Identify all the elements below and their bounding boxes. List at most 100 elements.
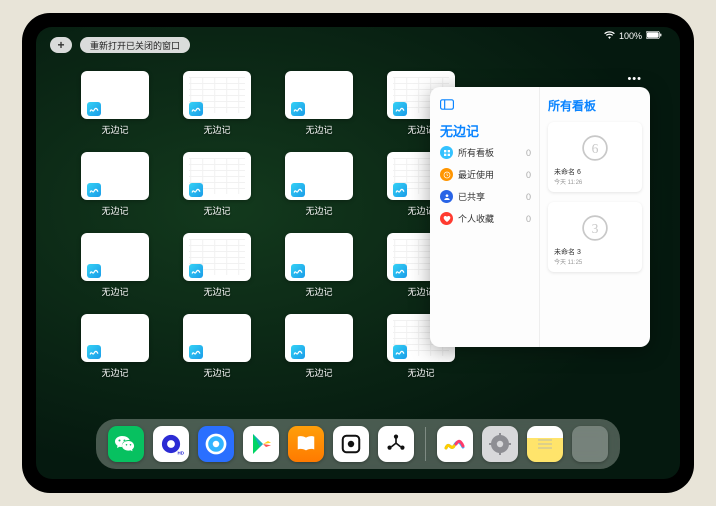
freeform-app-icon [87, 264, 101, 278]
board-timestamp: 今天 11:25 [554, 257, 636, 266]
app-window-thumbnail[interactable]: 无边记 [178, 152, 256, 217]
battery-percent: 100% [619, 31, 642, 41]
freeform-app-icon [291, 102, 305, 116]
window-preview [285, 233, 353, 281]
sidebar-item-label: 个人收藏 [458, 212, 494, 225]
app-label: 无边记 [101, 123, 128, 136]
window-preview [285, 152, 353, 200]
dock: HD [96, 419, 620, 469]
grid-icon [440, 146, 453, 159]
sidebar-item-label: 已共享 [458, 190, 485, 203]
freeform-app-icon [291, 264, 305, 278]
reopen-closed-window-pill[interactable]: 重新打开已关闭的窗口 [80, 37, 190, 53]
window-preview [81, 233, 149, 281]
dock-app-screens[interactable] [333, 426, 369, 462]
board-name: 未命名 6 [554, 167, 636, 177]
app-window-thumbnail[interactable]: 无边记 [76, 152, 154, 217]
freeform-app-icon [189, 345, 203, 359]
freeform-app-icon [87, 183, 101, 197]
freeform-app-icon [189, 183, 203, 197]
dock-separator [425, 427, 426, 461]
top-controls: + 重新打开已关闭的窗口 [50, 37, 190, 53]
freeform-app-icon [291, 345, 305, 359]
sidebar-item[interactable]: 已共享 0 [440, 190, 531, 203]
app-label: 无边记 [101, 285, 128, 298]
svg-text:6: 6 [592, 141, 599, 156]
window-preview [81, 152, 149, 200]
board-card[interactable]: 3 未命名 3今天 11:25 [548, 202, 642, 272]
board-thumbnail: 6 [554, 128, 636, 167]
app-window-thumbnail[interactable]: 无边记 [76, 71, 154, 136]
app-window-thumbnail[interactable]: 无边记 [280, 233, 358, 298]
dock-app-folder[interactable] [572, 426, 608, 462]
dock-app-wechat[interactable] [108, 426, 144, 462]
boards-heading: 所有看板 [548, 97, 642, 114]
app-label: 无边记 [101, 204, 128, 217]
freeform-app-icon [393, 102, 407, 116]
app-window-thumbnail[interactable]: 无边记 [280, 71, 358, 136]
clock-icon [440, 168, 453, 181]
sidebar-item-count: 0 [526, 148, 531, 158]
freeform-app-icon [393, 345, 407, 359]
app-label: 无边记 [305, 204, 332, 217]
window-preview [183, 71, 251, 119]
window-preview [81, 314, 149, 362]
status-bar: 100% [604, 31, 662, 41]
board-card[interactable]: 6未命名 6今天 11:26 [548, 122, 642, 192]
window-preview [285, 71, 353, 119]
dock-app-play[interactable] [243, 426, 279, 462]
sidebar-item[interactable]: 最近使用 0 [440, 168, 531, 181]
app-window-thumbnail[interactable]: 无边记 [280, 152, 358, 217]
app-label: 无边记 [203, 285, 230, 298]
dock-app-notes[interactable] [527, 426, 563, 462]
panel-title: 无边记 [440, 121, 531, 140]
sidebar-item[interactable]: 个人收藏 0 [440, 212, 531, 225]
freeform-app-icon [189, 264, 203, 278]
sidebar-toggle-icon[interactable] [440, 97, 454, 115]
wifi-icon [604, 31, 615, 41]
dock-app-settings[interactable] [482, 426, 518, 462]
app-label: 无边记 [203, 123, 230, 136]
heart-icon [440, 212, 453, 225]
app-label: 无边记 [101, 366, 128, 379]
app-window-thumbnail[interactable]: 无边记 [178, 314, 256, 379]
app-label: 无边记 [203, 204, 230, 217]
dock-app-qqbrowser[interactable] [198, 426, 234, 462]
svg-text:3: 3 [592, 221, 599, 236]
app-label: 无边记 [305, 123, 332, 136]
stage-manager-app-grid: 无边记无边记无边记无边记无边记无边记无边记无边记无边记无边记无边记无边记无边记无… [76, 71, 456, 379]
app-window-thumbnail[interactable]: 无边记 [76, 314, 154, 379]
ipad-bezel: 100% + 重新打开已关闭的窗口 无边记无边记无边记无边记无边记无边记无边记无… [22, 13, 694, 493]
freeform-app-icon [291, 183, 305, 197]
battery-icon [646, 31, 662, 41]
dock-app-quark[interactable]: HD [153, 426, 189, 462]
app-window-thumbnail[interactable]: 无边记 [280, 314, 358, 379]
freeform-panel[interactable]: ••• 无边记 所有看板0最近使用0已共享0个人收藏0 所有看板 6未命名 6今… [430, 87, 650, 347]
dock-app-hub[interactable] [378, 426, 414, 462]
window-preview [81, 71, 149, 119]
screen: 100% + 重新打开已关闭的窗口 无边记无边记无边记无边记无边记无边记无边记无… [36, 27, 680, 479]
app-window-thumbnail[interactable]: 无边记 [76, 233, 154, 298]
panel-sidebar: 无边记 所有看板0 最近使用 0 已共享 0 个人收藏 0 [430, 87, 540, 347]
sidebar-item-count: 0 [526, 192, 531, 202]
app-label: 无边记 [407, 366, 434, 379]
sidebar-item-count: 0 [526, 170, 531, 180]
sidebar-item[interactable]: 所有看板0 [440, 146, 531, 159]
people-icon [440, 190, 453, 203]
window-preview [183, 314, 251, 362]
panel-more-icon[interactable]: ••• [627, 73, 642, 85]
panel-boards: 所有看板 6未命名 6今天 11:263未命名 3今天 11:25 [540, 87, 650, 347]
app-label: 无边记 [305, 366, 332, 379]
dock-app-books[interactable] [288, 426, 324, 462]
svg-text:HD: HD [178, 450, 185, 455]
freeform-app-icon [393, 264, 407, 278]
dock-app-freeform[interactable] [437, 426, 473, 462]
freeform-app-icon [87, 102, 101, 116]
app-window-thumbnail[interactable]: 无边记 [178, 71, 256, 136]
app-window-thumbnail[interactable]: 无边记 [178, 233, 256, 298]
board-name: 未命名 3 [554, 247, 636, 257]
add-button[interactable]: + [50, 37, 72, 53]
sidebar-item-count: 0 [526, 214, 531, 224]
sidebar-item-label: 最近使用 [458, 168, 494, 181]
freeform-app-icon [189, 102, 203, 116]
